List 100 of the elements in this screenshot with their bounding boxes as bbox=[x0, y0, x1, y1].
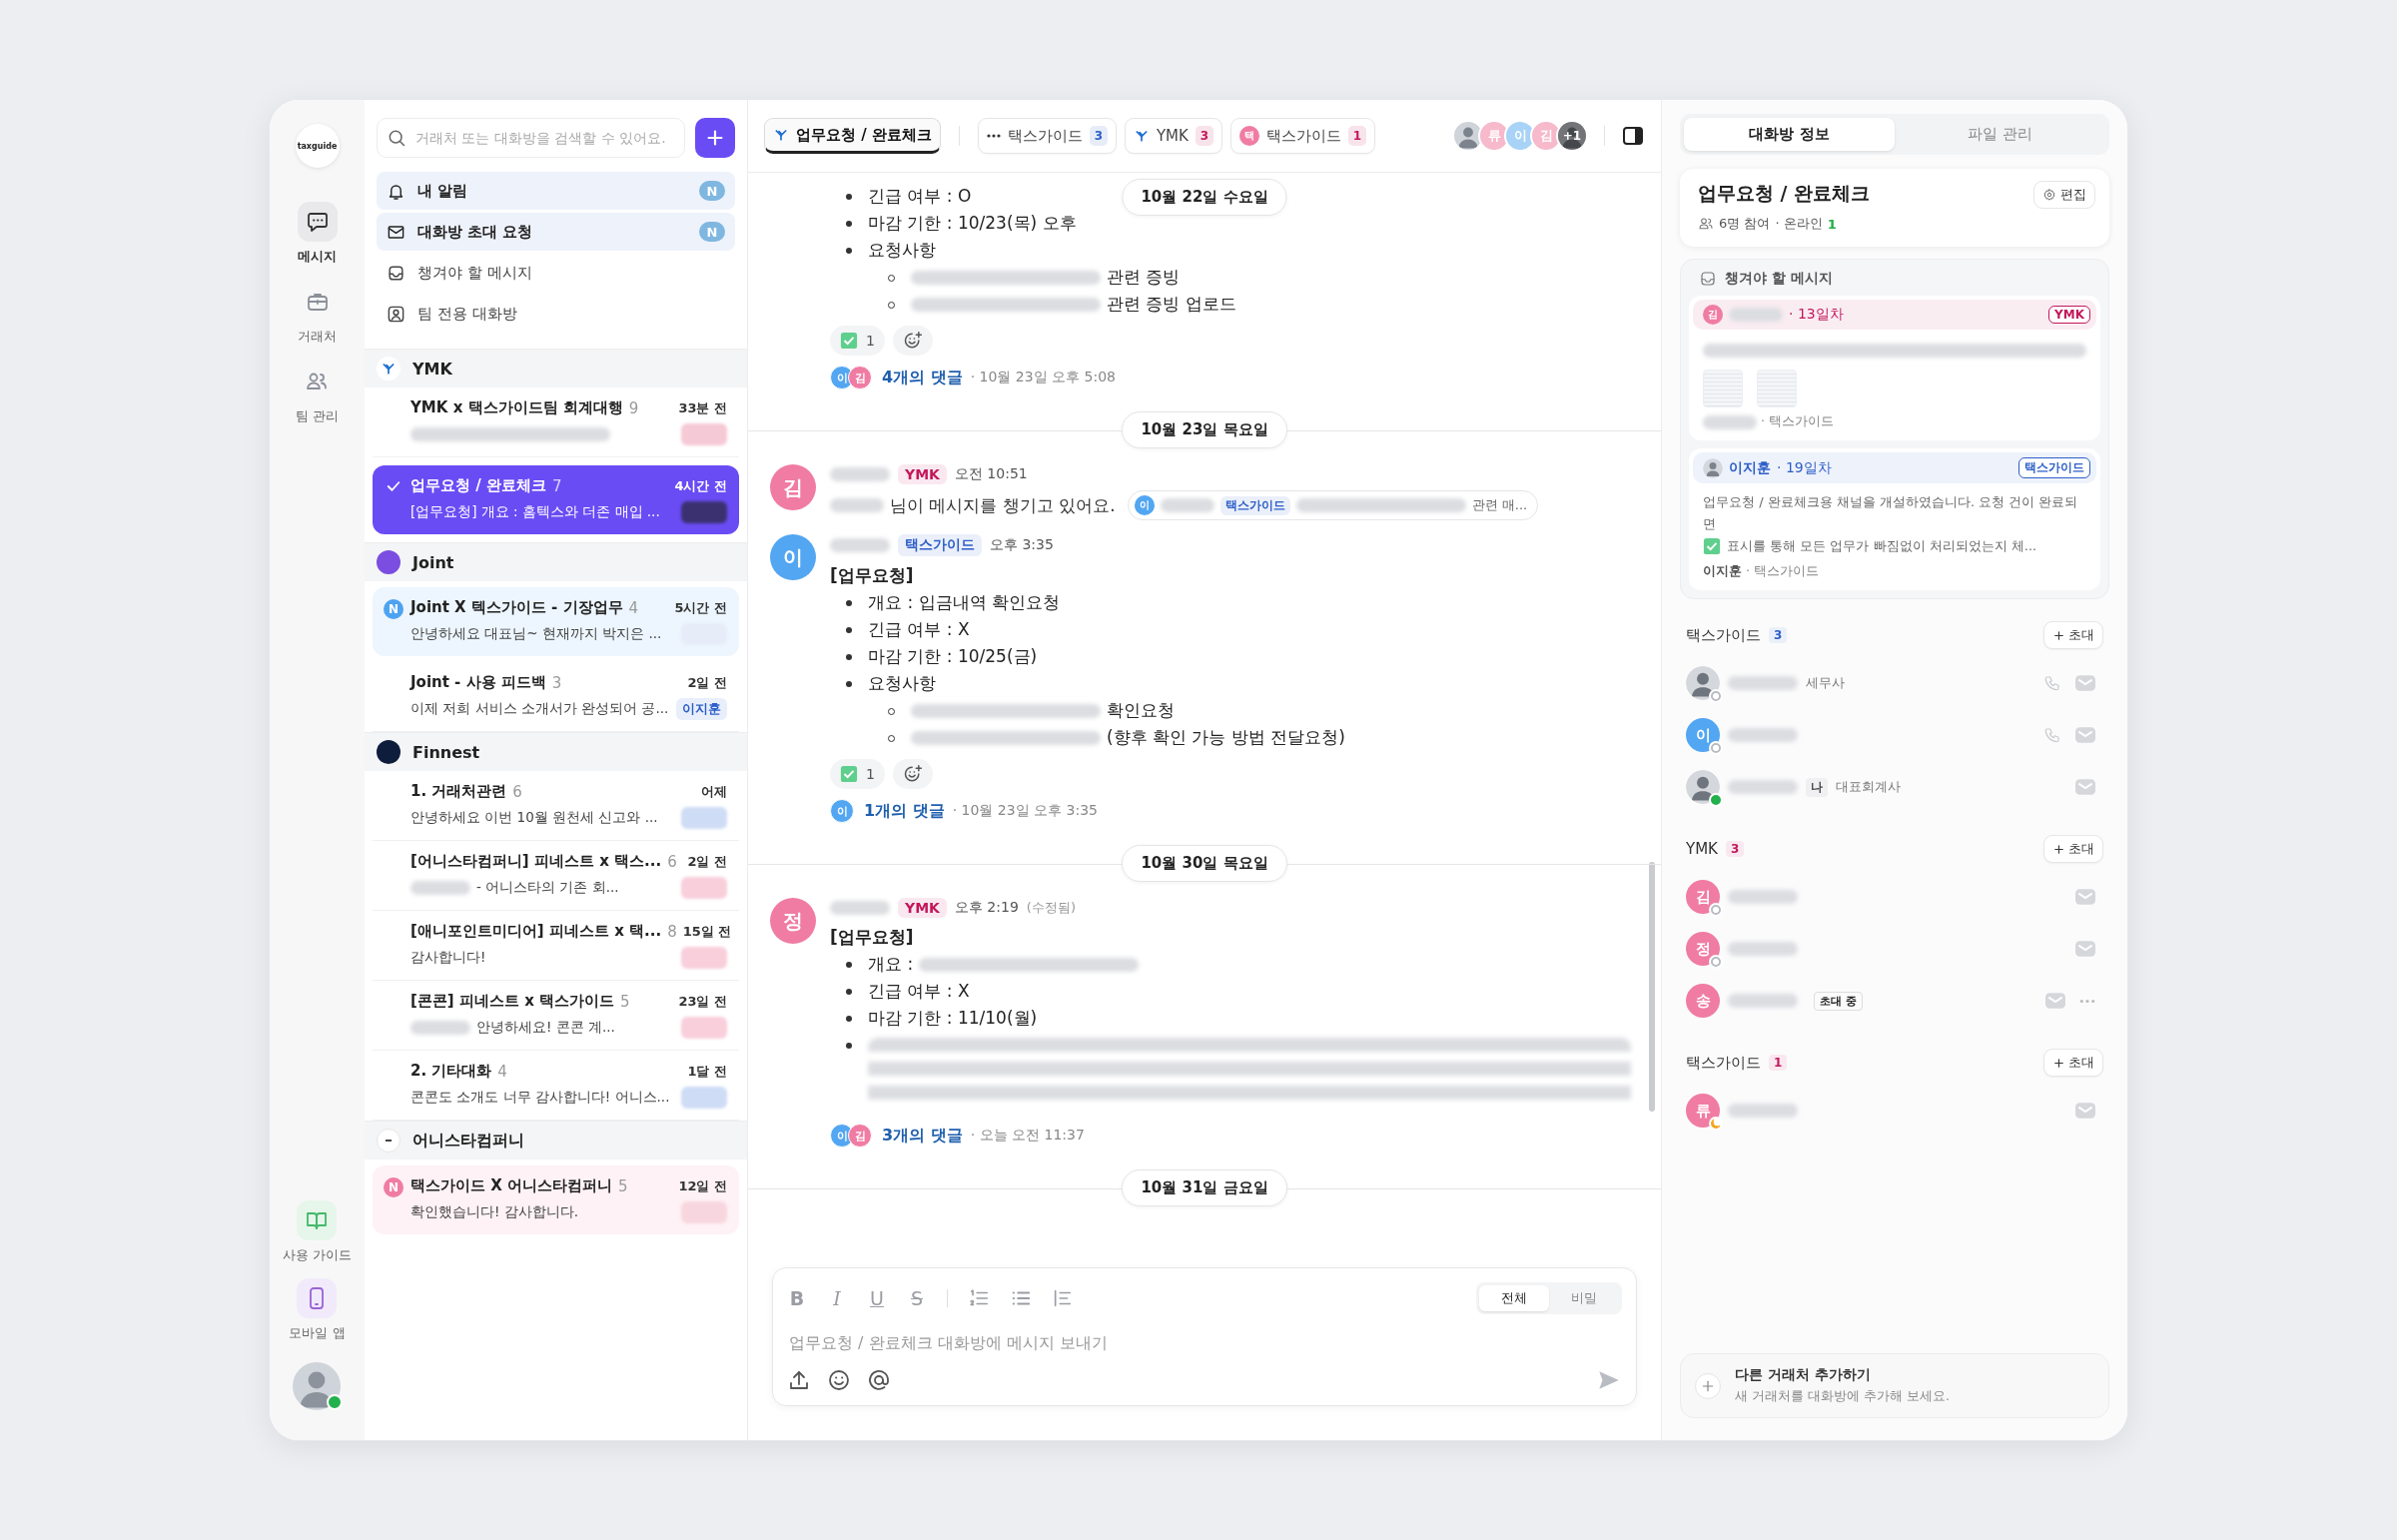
attachment-thumbnail[interactable] bbox=[1703, 370, 1743, 407]
edit-button[interactable]: 편집 bbox=[2033, 181, 2095, 209]
shortcut-item[interactable]: 팀 전용 대화방 bbox=[377, 295, 735, 333]
shortcut-item[interactable]: 내 알림 N bbox=[377, 172, 735, 210]
chat-room-item[interactable]: 업무요청 / 완료체크 7 4시간 전 [업무요청] 개요 : 홈텍스와 더존 매입 ... bbox=[373, 465, 739, 534]
phone-icon[interactable] bbox=[2043, 674, 2061, 692]
shortcut-item[interactable]: 대화방 초대 요청 N bbox=[377, 213, 735, 251]
count-badge: 3 bbox=[1195, 126, 1213, 146]
quote-text: 관련 매... bbox=[1471, 496, 1528, 514]
mail-icon[interactable] bbox=[2075, 941, 2095, 957]
invite-button[interactable]: 초대 bbox=[2043, 621, 2103, 649]
chat-room-item[interactable]: N Joint X 텍스가이드 - 기장업무 4 5시간 전 안녕하세요 대표님~ 현재까지 박지은 ... bbox=[373, 587, 739, 656]
attachment-thumbnail[interactable] bbox=[1757, 370, 1797, 407]
new-badge: N bbox=[699, 222, 725, 242]
bullet-marker bbox=[846, 1016, 852, 1022]
search-field[interactable]: 거래처 또는 대화방을 검색할 수 있어요. bbox=[377, 118, 685, 158]
bullet-marker bbox=[846, 627, 852, 633]
commenter-avatar: 김 bbox=[848, 1124, 872, 1148]
room-tab[interactable]: YMK 3 bbox=[1124, 118, 1222, 154]
avatar: 김 bbox=[1703, 305, 1723, 325]
member-avatar[interactable] bbox=[1686, 666, 1720, 700]
nav-label[interactable]: 사용 가이드 bbox=[282, 1246, 353, 1264]
participant-avatar[interactable]: +1 bbox=[1556, 120, 1588, 152]
group-name: Finnest bbox=[412, 742, 480, 762]
shortcut-item[interactable]: 챙겨야 할 메시지 bbox=[377, 254, 735, 292]
mail-icon[interactable] bbox=[2075, 1103, 2095, 1119]
member-avatar[interactable] bbox=[1686, 770, 1720, 804]
chat-room-item[interactable]: [어니스타컴퍼니] 피네스트 x 택스... 6 2일 전 - 어니스타의 기존 회... bbox=[373, 841, 739, 911]
nav-icon-box[interactable] bbox=[297, 1278, 338, 1318]
add-reaction-button[interactable] bbox=[892, 326, 933, 356]
scrollbar[interactable] bbox=[1649, 862, 1655, 1112]
group-header[interactable]: Joint bbox=[365, 542, 747, 581]
upload-icon[interactable] bbox=[787, 1368, 811, 1392]
nav-label: 팀 관리 bbox=[295, 407, 340, 425]
company-tag: YMK bbox=[898, 464, 947, 484]
member-group-title: YMK bbox=[1686, 840, 1718, 858]
add-client-card[interactable]: 다른 거래처 추가하기 새 거래처를 대화방에 추가해 보세요. bbox=[1680, 1353, 2109, 1418]
reaction-count: 1 bbox=[866, 766, 875, 782]
chat-room-item[interactable]: [콘콘] 피네스트 x 택스가이드 5 23일 전 안녕하세요! 콘콘 계... bbox=[373, 981, 739, 1051]
nav-label[interactable]: 모바일 앱 bbox=[289, 1324, 346, 1342]
bullet-marker bbox=[846, 194, 852, 200]
member-count: 5 bbox=[618, 1176, 628, 1195]
room-tab[interactable]: 택스가이드 3 bbox=[977, 118, 1117, 154]
room-tab[interactable]: 업무요청 / 완료체크 bbox=[764, 118, 941, 154]
pinned-message-card[interactable]: 이지훈 · 19일차 택스가이드 업무요청 / 완료체크용 채널을 개설하였습니다. 요청 건이 완료되면 표시를 통해 모든 업무가 빠짐없이 처리되었는지 체... 이지훈 · 택스가이드 bbox=[1689, 448, 2100, 590]
chat-room-item[interactable]: N 택스가이드 X 어니스타컴퍼니 5 12일 전 확인했습니다! 감사합니다. bbox=[373, 1165, 739, 1234]
panel-toggle-icon[interactable] bbox=[1621, 124, 1645, 148]
company-logo-icon bbox=[377, 740, 400, 764]
list-item-text: 확인요청 bbox=[1107, 699, 1175, 722]
date-divider: 10월 31일 금요일 bbox=[1122, 1169, 1287, 1206]
group-header[interactable]: 어니스타컴퍼니 bbox=[365, 1121, 747, 1159]
tab-label: YMK bbox=[1156, 127, 1189, 145]
new-badge: N bbox=[384, 1177, 403, 1197]
group-header[interactable]: Finnest bbox=[365, 732, 747, 771]
mention-icon[interactable] bbox=[867, 1368, 891, 1392]
company-logo-icon bbox=[377, 550, 400, 574]
user-avatar[interactable] bbox=[293, 1362, 342, 1410]
pinned-message-card[interactable]: 김 · 13일차 YMK · 택스가이드 bbox=[1689, 296, 2100, 440]
mail-icon[interactable] bbox=[2075, 889, 2095, 905]
room-title: YMK x 택스가이드팀 회계대행 bbox=[410, 398, 623, 417]
more-icon[interactable] bbox=[2079, 998, 2095, 1004]
list-item-text: 요청사항 bbox=[868, 239, 936, 262]
visibility-toggle[interactable]: 전체 bbox=[1479, 1285, 1549, 1311]
comments-link[interactable]: 1개의 댓글 bbox=[864, 800, 945, 822]
nav-icon-box[interactable] bbox=[297, 1200, 338, 1240]
avatar: 이 bbox=[1134, 495, 1155, 515]
group-header[interactable]: YMK bbox=[365, 349, 747, 387]
member-role: 대표회계사 bbox=[1836, 778, 1901, 796]
app-logo[interactable]: taxguide bbox=[295, 124, 340, 168]
nav-item[interactable]: 팀 관리 bbox=[295, 362, 340, 425]
list-item-text: 긴급 여부 : X bbox=[868, 618, 970, 641]
comments-link[interactable]: 4개의 댓글 bbox=[882, 367, 963, 388]
add-reaction-button[interactable] bbox=[892, 759, 933, 789]
new-chat-button[interactable] bbox=[695, 118, 735, 158]
bullet-marker bbox=[846, 600, 852, 606]
nav-item[interactable]: 거래처 bbox=[297, 282, 338, 346]
mail-icon[interactable] bbox=[2075, 727, 2095, 743]
bullet-marker bbox=[846, 248, 852, 254]
invite-button[interactable]: 초대 bbox=[2043, 835, 2103, 863]
room-preview: 감사합니다! bbox=[410, 949, 486, 967]
chat-room-item[interactable]: YMK x 택스가이드팀 회계대행 9 33분 전 bbox=[373, 387, 739, 457]
indent-icon[interactable] bbox=[1052, 1287, 1074, 1309]
reaction-button[interactable]: 1 bbox=[830, 759, 885, 789]
reaction-button[interactable]: 1 bbox=[830, 326, 885, 356]
chat-room-item[interactable]: 1. 거래처관련 6 어제 안녕하세요 이번 10월 원천세 신고와 ... bbox=[373, 771, 739, 841]
room-tab[interactable]: 택 택스가이드 1 bbox=[1229, 118, 1375, 154]
emoji-icon[interactable] bbox=[827, 1368, 851, 1392]
mail-icon[interactable] bbox=[2075, 675, 2095, 691]
room-preview: 안녕하세요! 콘콘 계... bbox=[476, 1019, 615, 1037]
message-input[interactable]: 업무요청 / 완료체크 대화방에 메시지 보내기 bbox=[787, 1332, 1626, 1353]
blurred-text bbox=[1728, 942, 1798, 956]
comments-link[interactable]: 3개의 댓글 bbox=[882, 1125, 963, 1147]
mail-icon[interactable] bbox=[2075, 779, 2095, 795]
invite-button[interactable]: 초대 bbox=[2043, 1049, 2103, 1077]
panel-tab[interactable]: 대화방 정보 bbox=[1684, 118, 1895, 151]
add-emoji-icon bbox=[902, 764, 923, 784]
mail-icon[interactable] bbox=[2045, 993, 2065, 1009]
online-label: · 온라인 bbox=[1775, 215, 1823, 233]
chat-room-item[interactable]: [애니포인트미디어] 피네스트 x 택... 8 15일 전 감사합니다! bbox=[373, 911, 739, 981]
phone-icon[interactable] bbox=[2043, 726, 2061, 744]
